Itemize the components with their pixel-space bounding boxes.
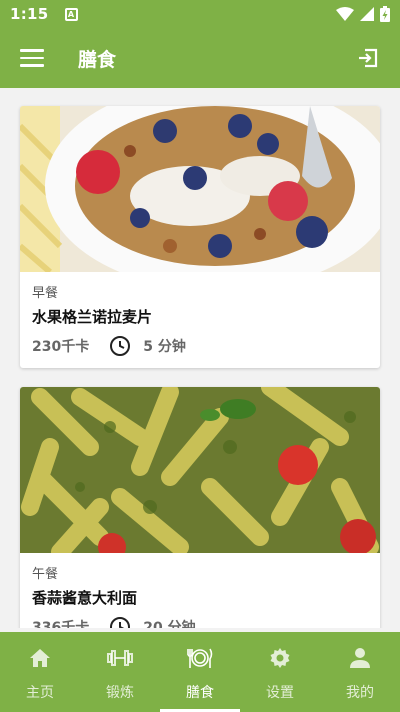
meal-category: 早餐 xyxy=(32,286,59,301)
wifi-icon xyxy=(336,7,354,21)
meal-title: 水果格兰诺拉麦片 xyxy=(32,308,153,326)
meal-list: 早餐 水果格兰诺拉麦片 230千卡 5 分钟 午餐 香蒜酱意大利面 336千卡 … xyxy=(0,88,400,628)
meal-card[interactable]: 早餐 水果格兰诺拉麦片 230千卡 5 分钟 xyxy=(20,106,380,368)
nav-label: 锻炼 xyxy=(106,685,134,701)
nav-label: 主页 xyxy=(26,685,54,701)
status-icons xyxy=(336,6,390,22)
home-icon xyxy=(29,646,51,670)
logout-icon xyxy=(359,48,378,68)
nav-home[interactable]: 主页 xyxy=(0,632,80,712)
menu-button[interactable] xyxy=(16,42,48,74)
meal-meta: 336千卡 20 分钟 xyxy=(32,616,368,628)
nav-label: 设置 xyxy=(266,685,294,701)
meal-duration: 5 分钟 xyxy=(143,339,186,355)
clock-icon xyxy=(109,335,131,357)
meal-calories: 230千卡 xyxy=(32,339,90,355)
nav-meals[interactable]: 膳食 xyxy=(160,632,240,712)
bottom-navigation: 主页 锻炼 膳食 设置 我的 xyxy=(0,632,400,712)
meal-meta: 230千卡 5 分钟 xyxy=(32,335,368,357)
meal-category: 午餐 xyxy=(32,567,59,582)
menu-icon-line xyxy=(20,49,44,52)
meal-plate-icon xyxy=(186,646,214,670)
clock-icon xyxy=(109,616,131,628)
pesto-pasta-image xyxy=(20,387,380,553)
nav-settings[interactable]: 设置 xyxy=(240,632,320,712)
meal-calories: 336千卡 xyxy=(32,620,90,628)
dumbbell-icon xyxy=(106,646,134,670)
battery-icon xyxy=(380,6,390,22)
app-bar: 膳食 xyxy=(0,28,400,88)
gear-icon xyxy=(269,646,291,670)
notification-icon: A xyxy=(64,7,78,21)
menu-icon-line xyxy=(20,64,44,67)
nav-workout[interactable]: 锻炼 xyxy=(80,632,160,712)
meal-title: 香蒜酱意大利面 xyxy=(32,589,138,607)
logout-button[interactable] xyxy=(352,42,384,74)
status-bar: 1:15 A xyxy=(0,0,400,28)
meal-card[interactable]: 午餐 香蒜酱意大利面 336千卡 20 分钟 xyxy=(20,387,380,628)
signal-icon xyxy=(360,7,374,21)
menu-icon-line xyxy=(20,56,44,60)
status-time: 1:15 xyxy=(10,5,49,23)
page-title: 膳食 xyxy=(78,48,117,71)
nav-label: 我的 xyxy=(346,685,374,701)
nav-profile[interactable]: 我的 xyxy=(320,632,400,712)
person-icon xyxy=(349,646,371,670)
granola-bowl-image xyxy=(20,106,380,272)
meal-duration: 20 分钟 xyxy=(143,620,196,628)
nav-label: 膳食 xyxy=(186,685,214,701)
